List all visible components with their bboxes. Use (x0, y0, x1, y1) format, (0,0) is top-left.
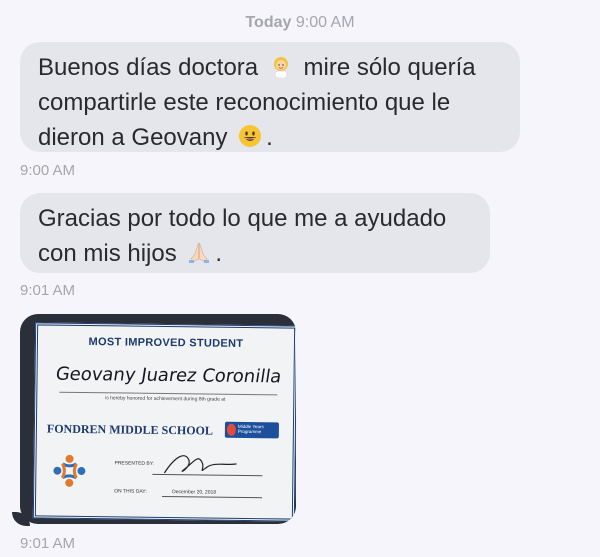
certificate-title: MOST IMPROVED STUDENT (88, 336, 244, 350)
signature-icon (154, 447, 254, 487)
date-header-time: 9:00 AM (295, 14, 355, 31)
certificate-school: FONDREN MIDDLE SCHOOL (46, 421, 213, 438)
certificate: MOST IMPROVED STUDENT Geovany Juarez Cor… (32, 322, 296, 522)
logo-text: Middle Years Programme (237, 423, 264, 435)
message-text: compartirle este reconocimiento que le (38, 89, 451, 116)
ib-logo: Middle Years Programme (224, 421, 280, 439)
presented-by-label: PRESENTED BY: (114, 460, 155, 467)
message-bubble-greeting[interactable]: Buenos días doctora mire sólo quería com… (20, 42, 520, 152)
message-text: Gracias por todo lo que me a ayudado (38, 205, 447, 232)
date-line (162, 495, 263, 499)
photo-message-certificate[interactable]: MOST IMPROVED STUDENT Geovany Juarez Cor… (20, 314, 296, 524)
smiling-face-emoji-icon (238, 123, 262, 147)
message-text: . (215, 240, 223, 267)
message-timestamp: 9:01 AM (20, 535, 76, 552)
certificate-date: December 20, 2018 (172, 489, 217, 496)
message-text: dieron a Geovany (38, 124, 228, 151)
logo-mark-icon (226, 423, 236, 436)
certificate-subtitle: is hereby honored for achievement during… (105, 395, 226, 403)
message-text: mire sólo quería (303, 54, 476, 81)
message-timestamp: 9:01 AM (20, 282, 76, 299)
message-text: con mis hijos (38, 240, 177, 267)
folded-hands-emoji-icon (187, 239, 211, 263)
message-text: Buenos días doctora (38, 54, 259, 81)
on-this-day-label: ON THIS DAY: (114, 488, 147, 495)
message-text: . (266, 124, 273, 151)
date-header: Today 9:00 AM (0, 14, 600, 32)
date-header-day: Today (245, 14, 292, 31)
people-circle-emblem-icon (50, 452, 89, 495)
message-bubble-thanks[interactable]: Gracias por todo lo que me a ayudado con… (20, 193, 490, 273)
certificate-recipient: Geovany Juarez Coronilla (54, 363, 283, 388)
woman-health-worker-emoji-icon (269, 53, 293, 79)
message-timestamp: 9:00 AM (20, 162, 76, 179)
